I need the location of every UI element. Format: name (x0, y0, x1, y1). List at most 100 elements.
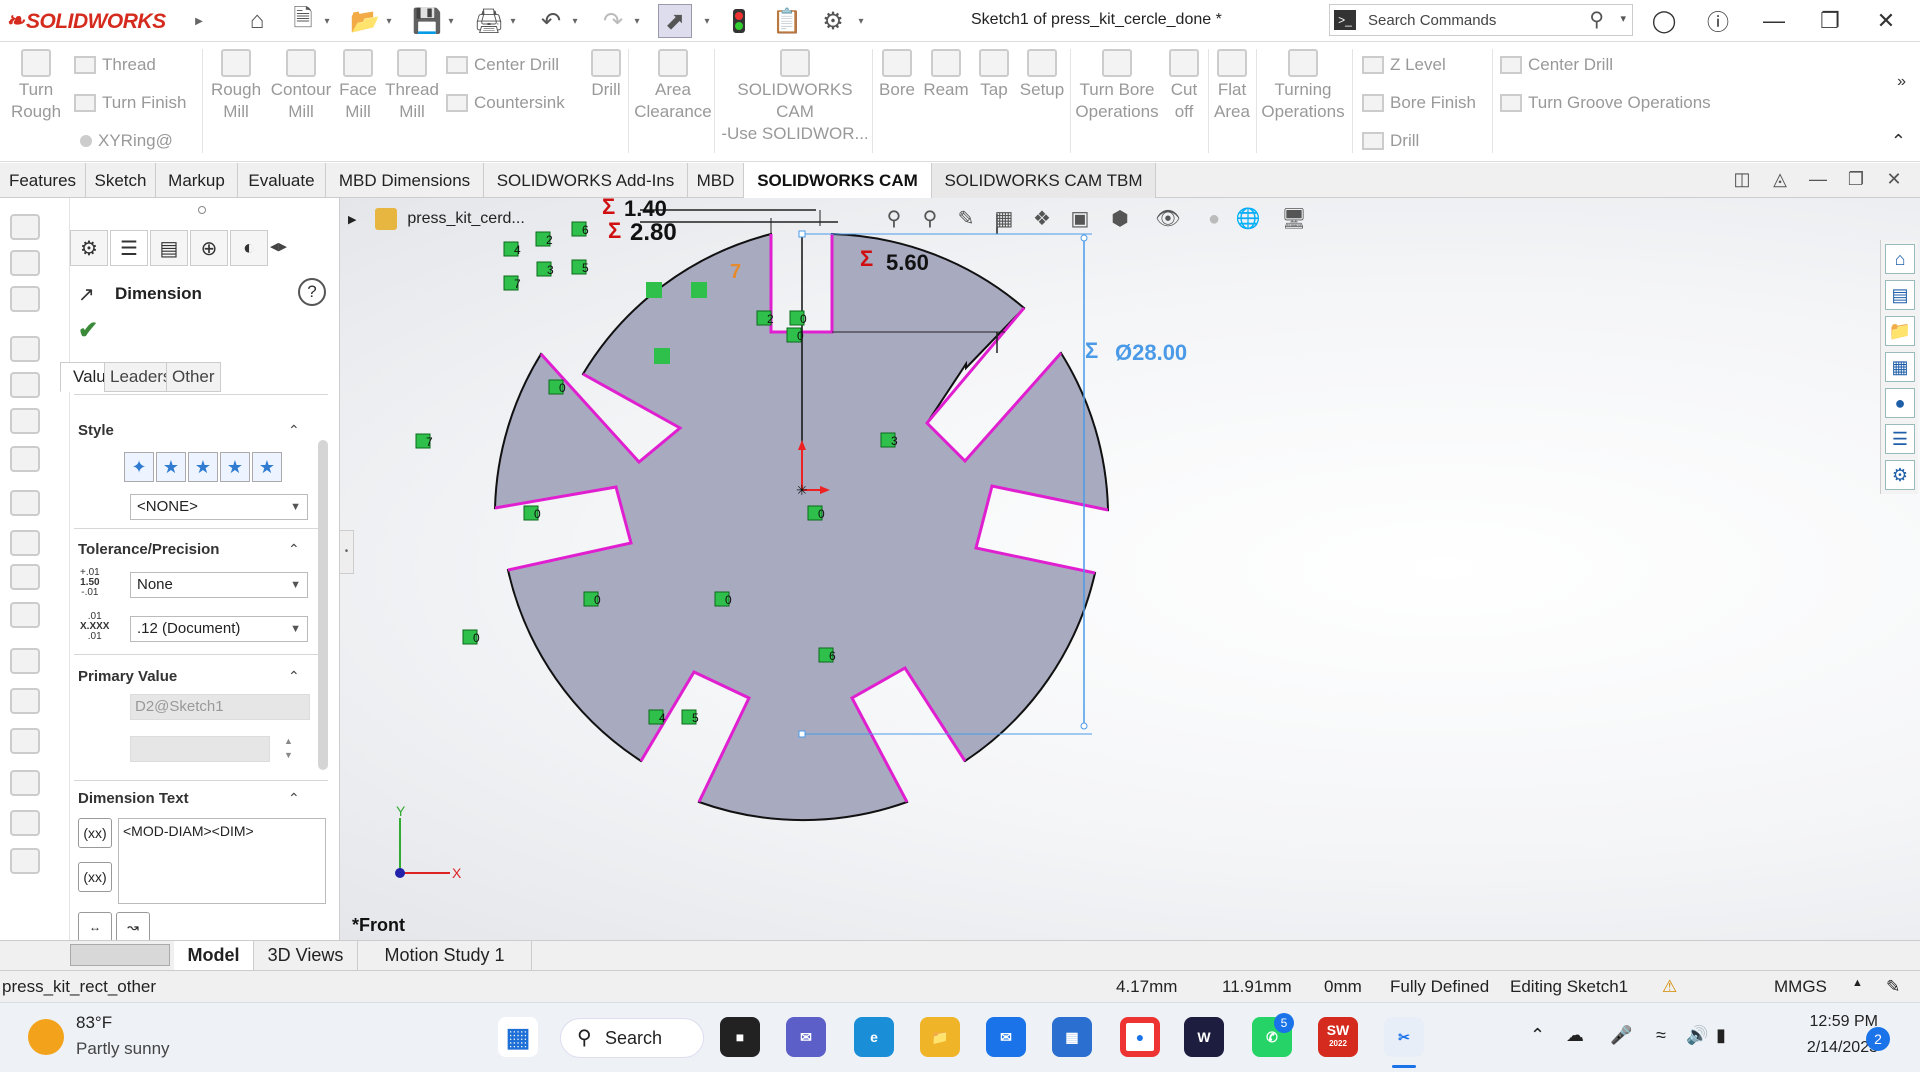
pm-scrollbar[interactable] (318, 440, 328, 770)
center-dimension-icon[interactable]: ↝ (116, 912, 150, 942)
center-drill-2-button[interactable]: Center Drill (1500, 55, 1613, 75)
save-dropdown-icon[interactable]: ▾ (444, 4, 458, 38)
solidworks-logo[interactable]: ❧SOLIDWORKS (6, 8, 166, 34)
tile-left-icon[interactable]: ◫ (1730, 169, 1754, 191)
collapse-tolerance-icon[interactable]: ⌃ (288, 541, 300, 558)
options-gear-icon[interactable]: ⚙ (816, 4, 850, 38)
dimension-text-field[interactable]: <MOD-DIAM><DIM> (118, 818, 326, 904)
redo-icon[interactable]: ↷ (596, 4, 630, 38)
solidworks-forum-icon[interactable]: ⚙ (1885, 460, 1915, 490)
tab-motion-study-1[interactable]: Motion Study 1 (358, 941, 532, 970)
rebuild-traffic-light-icon[interactable] (722, 4, 756, 38)
area-clearance-button[interactable]: Area Clearance (634, 49, 712, 123)
dim-handle[interactable] (1080, 234, 1088, 242)
pm-collapse-handle[interactable]: • (340, 530, 354, 574)
tool-icon[interactable] (10, 602, 40, 628)
tool-icon[interactable] (10, 530, 40, 556)
ok-check-icon[interactable]: ✔ (78, 316, 98, 345)
solidworks-cam-button[interactable]: SOLIDWORKS CAM -Use SOLIDWOR... (720, 49, 870, 145)
setup-button[interactable]: Setup (1016, 49, 1068, 101)
edit-appearance-icon[interactable]: ● (1200, 205, 1228, 233)
graphics-area[interactable]: ✳ Σ 1.40 Σ 2.80 Σ 5.60 Σ Ø28.00 7 6 2 4 … (340, 194, 1920, 940)
rough-mill-button[interactable]: Rough Mill (208, 49, 264, 123)
relation-glyph[interactable]: 6 (571, 221, 589, 237)
collapse-primary-icon[interactable]: ⌃ (288, 668, 300, 685)
relation-glyph[interactable]: 5 (571, 259, 589, 275)
tab-solidworks-add-ins[interactable]: SOLIDWORKS Add-Ins (484, 163, 688, 198)
new-dropdown-icon[interactable]: ▾ (320, 4, 334, 38)
property-manager-tab-icon[interactable]: ☰ (110, 230, 148, 266)
dimension-text-button-1[interactable]: (xx) (78, 818, 112, 848)
open-dropdown-icon[interactable]: ▾ (382, 4, 396, 38)
primary-value-field[interactable] (130, 736, 270, 762)
tab-evaluate[interactable]: Evaluate (238, 163, 326, 198)
splitter-handle-icon[interactable] (198, 206, 206, 214)
view-settings-icon[interactable]: 🖥 (1280, 205, 1308, 233)
webex-icon[interactable]: W (1184, 1017, 1224, 1057)
center-drill-button[interactable]: Center Drill (446, 55, 559, 75)
windows-start-icon[interactable]: ▦ (498, 1017, 538, 1057)
tool-icon[interactable] (10, 848, 40, 874)
edge-icon[interactable]: e (854, 1017, 894, 1057)
origin-marker[interactable]: ✳ (796, 482, 808, 498)
relation-glyph[interactable]: 0 (714, 591, 732, 607)
weather-temperature[interactable]: 83°F (76, 1013, 112, 1033)
open-icon[interactable]: 📂 (348, 4, 382, 38)
cut-off-button[interactable]: Cut off (1164, 49, 1204, 123)
customize-status-icon[interactable]: ✎ (1886, 977, 1900, 997)
feature-tree-flyout[interactable]: ▶ press_kit_cerd... (348, 208, 525, 230)
relation-glyph[interactable]: 3 (880, 432, 898, 448)
add-parenthesis-icon[interactable]: ↔ (78, 912, 112, 942)
tool-icon[interactable] (10, 408, 40, 434)
tile-right-icon[interactable]: ◬ (1768, 169, 1792, 191)
previous-view-icon[interactable]: ✎ (952, 205, 980, 233)
tool-icon[interactable] (10, 336, 40, 362)
apply-style-icon[interactable]: ✦ (124, 452, 154, 482)
rebuild-warning-icon[interactable]: ⚠ (1662, 977, 1677, 997)
collapse-dimtext-icon[interactable]: ⌃ (288, 790, 300, 807)
help-icon[interactable]: ⓘ (1700, 4, 1736, 38)
tool-icon[interactable] (10, 770, 40, 796)
doc-close-icon[interactable]: ✕ (1882, 169, 1906, 191)
dimxpert-tab-icon[interactable]: ⊕ (190, 230, 228, 266)
ribbon-collapse-icon[interactable]: ⌃ (1891, 131, 1906, 152)
constraint-marker[interactable] (654, 348, 670, 364)
relation-glyph[interactable]: 4 (648, 709, 666, 725)
turn-groove-operations-button[interactable]: Turn Groove Operations (1500, 93, 1711, 113)
tab-3d-views[interactable]: 3D Views (254, 941, 358, 970)
chrome-icon[interactable]: ● (1120, 1017, 1160, 1057)
file-explorer-icon[interactable]: 📁 (920, 1017, 960, 1057)
face-mill-button[interactable]: Face Mill (336, 49, 380, 123)
zoom-to-fit-icon[interactable]: ⚲ (880, 205, 908, 233)
thread-button[interactable]: Thread (74, 55, 156, 75)
view-palette-icon[interactable]: ▦ (1885, 352, 1915, 382)
relation-glyph[interactable]: 7 (503, 275, 521, 291)
z-level-button[interactable]: Z Level (1362, 55, 1446, 75)
display-manager-tab-icon[interactable]: ◐ (230, 230, 268, 266)
ribbon-more-icon[interactable]: » (1897, 73, 1906, 91)
file-properties-icon[interactable]: 📋 (770, 4, 804, 38)
turning-operations-button[interactable]: Turning Operations (1258, 49, 1348, 123)
dimension-text-button-2[interactable]: (xx) (78, 862, 112, 892)
close-icon[interactable]: ✕ (1868, 4, 1904, 38)
point-handle[interactable] (798, 230, 806, 238)
dim-handle[interactable] (1080, 722, 1088, 730)
style-select[interactable]: <NONE> ▼ (130, 494, 308, 520)
search-commands-field[interactable]: >_ Search Commands ⚲ ▾ (1329, 4, 1633, 36)
relation-glyph[interactable]: 3 (536, 261, 554, 277)
display-style-icon[interactable]: ⬢ (1106, 205, 1134, 233)
dim-2-80[interactable]: 2.80 (630, 219, 677, 246)
precision-select[interactable]: .12 (Document) ▼ (130, 616, 308, 642)
turn-rough-button[interactable]: Turn Rough (10, 49, 62, 123)
battery-icon[interactable]: ▮ (1716, 1025, 1726, 1046)
onedrive-icon[interactable]: ☁ (1566, 1025, 1584, 1046)
microsoft-store-icon[interactable]: ▦ (1052, 1017, 1092, 1057)
constraint-marker[interactable] (691, 282, 707, 298)
expand-menu-icon[interactable]: ▶ (192, 4, 206, 38)
relation-glyph[interactable]: 0 (523, 505, 541, 521)
doc-minimize-icon[interactable]: — (1806, 169, 1830, 191)
restore-icon[interactable]: ❐ (1812, 4, 1848, 38)
tool-icon[interactable] (10, 810, 40, 836)
user-account-icon[interactable]: ◯ (1646, 4, 1682, 38)
relation-glyph[interactable]: 5 (681, 709, 699, 725)
